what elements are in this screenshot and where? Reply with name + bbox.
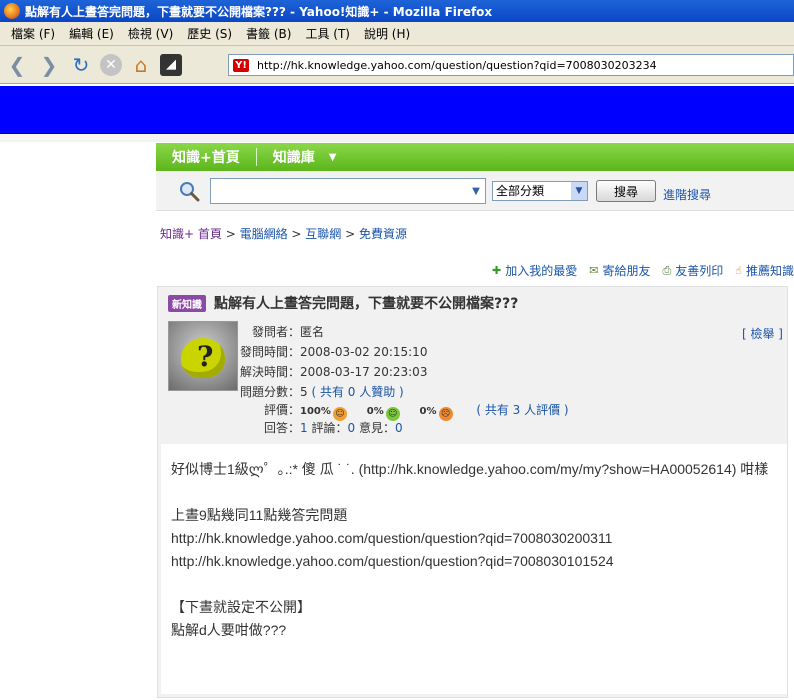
menu-history[interactable]: 歷史 (S) bbox=[180, 25, 239, 42]
nav-divider bbox=[255, 148, 257, 166]
body-line: 【下晝就設定不公開】 bbox=[171, 599, 311, 615]
category-selected: 全部分類 bbox=[496, 184, 545, 198]
rating-row: 評價：100% ☺ 0% ☺ 0% ☹ ( 共有 3 人評價 ) bbox=[263, 403, 569, 421]
menu-bookmarks[interactable]: 書籤 (B) bbox=[239, 25, 298, 42]
avatar: ? bbox=[168, 321, 238, 391]
breadcrumb-internet[interactable]: 互聯網 bbox=[305, 227, 341, 241]
question-body: 好似博士1級ლ゜｡.:* 傻 瓜 ˙ ˙. (http://hk.knowled… bbox=[171, 458, 771, 642]
print-button[interactable]: ⎙ 友善列印 bbox=[662, 262, 723, 279]
body-line: http://hk.knowledge.yahoo.com/question/q… bbox=[171, 553, 614, 569]
banner-area bbox=[0, 86, 794, 134]
menu-help[interactable]: 說明 (H) bbox=[357, 25, 417, 42]
question-mark-icon: ? bbox=[197, 340, 214, 373]
body-line: 上晝9點幾同11點幾答完問題 bbox=[171, 507, 348, 523]
category-select[interactable]: 全部分類 ▼ bbox=[492, 181, 588, 201]
page-left-margin bbox=[0, 142, 156, 700]
sad-face-icon: ☹ bbox=[438, 407, 453, 421]
asked-time: 2008-03-02 20:15:10 bbox=[300, 345, 428, 359]
breadcrumb-free-resources[interactable]: 免費資源 bbox=[359, 227, 407, 241]
home-icon[interactable]: ⌂ bbox=[128, 52, 154, 78]
site-nav-bar: 知識+首頁 知識庫 ▼ bbox=[156, 143, 794, 171]
points-row: 問題分數：5 ( 共有 0 人贊助 ) bbox=[239, 385, 404, 399]
breadcrumb-computer-network[interactable]: 電腦網絡 bbox=[240, 227, 288, 241]
asked-time-row: 發問時間：2008-03-02 20:15:10 bbox=[239, 345, 428, 359]
yahoo-favicon-icon: Y! bbox=[233, 58, 249, 72]
bookmark-app-icon[interactable]: ◢ bbox=[160, 53, 182, 76]
report-link[interactable]: [ 檢舉 ] bbox=[742, 325, 783, 342]
search-input[interactable] bbox=[210, 178, 486, 204]
menu-bar: 檔案 (F) 編輯 (E) 檢視 (V) 歷史 (S) 書籤 (B) 工具 (T… bbox=[0, 22, 794, 46]
menu-file[interactable]: 檔案 (F) bbox=[4, 25, 62, 42]
question-content: 好似博士1級ლ゜｡.:* 傻 瓜 ˙ ˙. (http://hk.knowled… bbox=[161, 444, 787, 694]
body-line bbox=[171, 481, 771, 504]
menu-view[interactable]: 檢視 (V) bbox=[121, 25, 180, 42]
advanced-search-link[interactable]: 進階搜尋 bbox=[663, 186, 711, 203]
search-history-dropdown-icon[interactable]: ▼ bbox=[466, 179, 486, 203]
forward-arrow-icon[interactable]: ❯ bbox=[36, 52, 62, 78]
nav-home-link[interactable]: 知識+首頁 bbox=[172, 147, 240, 167]
body-line: http://hk.knowledge.yahoo.com/question/q… bbox=[171, 530, 613, 546]
search-button[interactable]: 搜尋 bbox=[596, 180, 656, 202]
plus-icon: ✚ bbox=[491, 264, 502, 277]
body-line: 好似博士1級ლ゜｡.:* 傻 瓜 ˙ ˙. (http://hk.knowled… bbox=[171, 461, 769, 477]
envelope-icon: ✉ bbox=[589, 264, 599, 277]
question-actions: ✚ 加入我的最愛 ✉ 寄給朋友 ⎙ 友善列印 ☝ 推薦知識 bbox=[460, 262, 794, 279]
rating-good: 100% bbox=[300, 406, 331, 417]
breadcrumb-home[interactable]: 知識+ 首頁 bbox=[160, 227, 222, 241]
chevron-down-icon: ▼ bbox=[571, 182, 587, 200]
print-icon: ⎙ bbox=[662, 263, 672, 277]
address-url: http://hk.knowledge.yahoo.com/question/q… bbox=[257, 58, 657, 72]
asker-name: 匿名 bbox=[300, 325, 325, 339]
page-top-strip bbox=[0, 134, 794, 142]
menu-edit[interactable]: 編輯 (E) bbox=[62, 25, 121, 42]
question-title: 點解有人上晝答完問題，下晝就要不公開檔案??? bbox=[214, 296, 519, 312]
search-row: ▼ 全部分類 ▼ 搜尋 進階搜尋 bbox=[156, 171, 794, 211]
solved-time-row: 解決時間：2008-03-17 20:23:03 bbox=[239, 365, 428, 379]
solved-time: 2008-03-17 20:23:03 bbox=[300, 365, 428, 379]
chevron-down-icon[interactable]: ▼ bbox=[329, 152, 337, 163]
search-icon bbox=[180, 182, 200, 202]
asker-row: 發問者：匿名 bbox=[251, 325, 325, 339]
reload-icon[interactable]: ↻ bbox=[68, 52, 94, 78]
nav-library-link[interactable]: 知識庫 bbox=[273, 147, 315, 167]
counts-row: 回答：1 評論：0 意見：0 bbox=[263, 421, 403, 435]
recommend-button[interactable]: ☝ 推薦知識 bbox=[735, 262, 794, 279]
window-title: 點解有人上晝答完問題，下晝就要不公開檔案??? - Yahoo!知識+ - Mo… bbox=[25, 4, 493, 19]
firefox-icon bbox=[4, 3, 20, 19]
comments-count[interactable]: 0 bbox=[347, 421, 355, 435]
new-knowledge-badge: 新知識 bbox=[168, 295, 206, 312]
sponsor-count-link[interactable]: ( 共有 0 人贊助 ) bbox=[311, 385, 403, 399]
back-arrow-icon[interactable]: ❮ bbox=[4, 52, 30, 78]
stop-icon[interactable]: ✕ bbox=[100, 53, 122, 76]
opinions-count[interactable]: 0 bbox=[395, 421, 403, 435]
send-friend-button[interactable]: ✉ 寄給朋友 bbox=[589, 262, 650, 279]
address-bar[interactable]: Y! http://hk.knowledge.yahoo.com/questio… bbox=[228, 54, 794, 76]
rating-neutral: 0% bbox=[366, 406, 384, 417]
points-value: 5 bbox=[300, 385, 308, 399]
menu-tools[interactable]: 工具 (T) bbox=[298, 25, 357, 42]
body-line bbox=[171, 573, 771, 596]
rating-bad: 0% bbox=[419, 406, 437, 417]
breadcrumb: 知識+ 首頁 > 電腦網絡 > 互聯網 > 免費資源 bbox=[160, 227, 408, 241]
answers-count[interactable]: 1 bbox=[300, 421, 308, 435]
body-line: 點解d人要咁做??? bbox=[171, 622, 287, 638]
add-favorite-button[interactable]: ✚ 加入我的最愛 bbox=[492, 262, 577, 279]
thumbs-up-icon: ☝ bbox=[735, 264, 742, 277]
window-title-bar: 點解有人上晝答完問題，下晝就要不公開檔案??? - Yahoo!知識+ - Mo… bbox=[0, 0, 794, 22]
rating-count-link[interactable]: ( 共有 3 人評價 ) bbox=[476, 403, 568, 417]
